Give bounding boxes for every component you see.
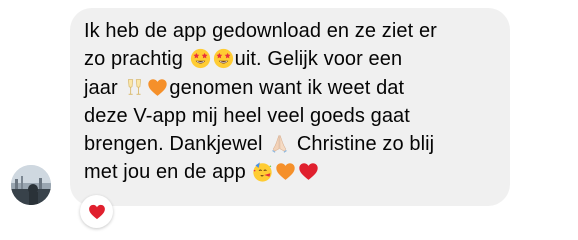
message-text: genomen want ik weet dat [169,76,405,99]
sender-avatar[interactable] [11,165,51,205]
message-bubble[interactable]: Ik heb de app gedownload en ze ziet er z… [70,8,510,206]
message-line: zo prachtig uit. Gelijk voor een [84,45,498,73]
message-text: Ik heb de app gedownload en ze ziet er [84,20,437,42]
chat-thread: Ik heb de app gedownload en ze ziet er z… [0,0,578,240]
clinking-glasses-emoji-icon [124,77,145,98]
star-struck-emoji-icon [213,48,234,69]
message-line: jaar genomen want ik weet dat [84,74,498,102]
heart-reaction-badge[interactable] [80,195,113,228]
message-text: jaar [84,76,124,99]
red-heart-emoji-icon [298,161,319,182]
message-text: brengen. Dankjewel [84,133,269,156]
message-line: brengen. Dankjewel Christine zo blij [84,130,498,158]
partying-face-emoji-icon [252,161,273,183]
message-line: Ik heb de app gedownload en ze ziet er [84,17,498,45]
message-text: Christine zo blij [291,133,435,156]
message-text: uit. Gelijk voor een [234,48,403,71]
red-heart-reaction-icon [88,203,106,221]
star-struck-emoji-icon [190,48,211,69]
message-text: met jou en de app [84,161,252,184]
message-text: deze V-app mij heel veel goeds gaat [84,104,410,127]
message-line: met jou en de app [84,158,498,186]
orange-heart-emoji-icon [275,161,296,182]
folded-hands-emoji-icon [269,133,290,154]
message-text: zo prachtig [84,48,189,71]
orange-heart-emoji-icon [147,77,168,98]
message-line: deze V-app mij heel veel goeds gaat [84,102,498,130]
